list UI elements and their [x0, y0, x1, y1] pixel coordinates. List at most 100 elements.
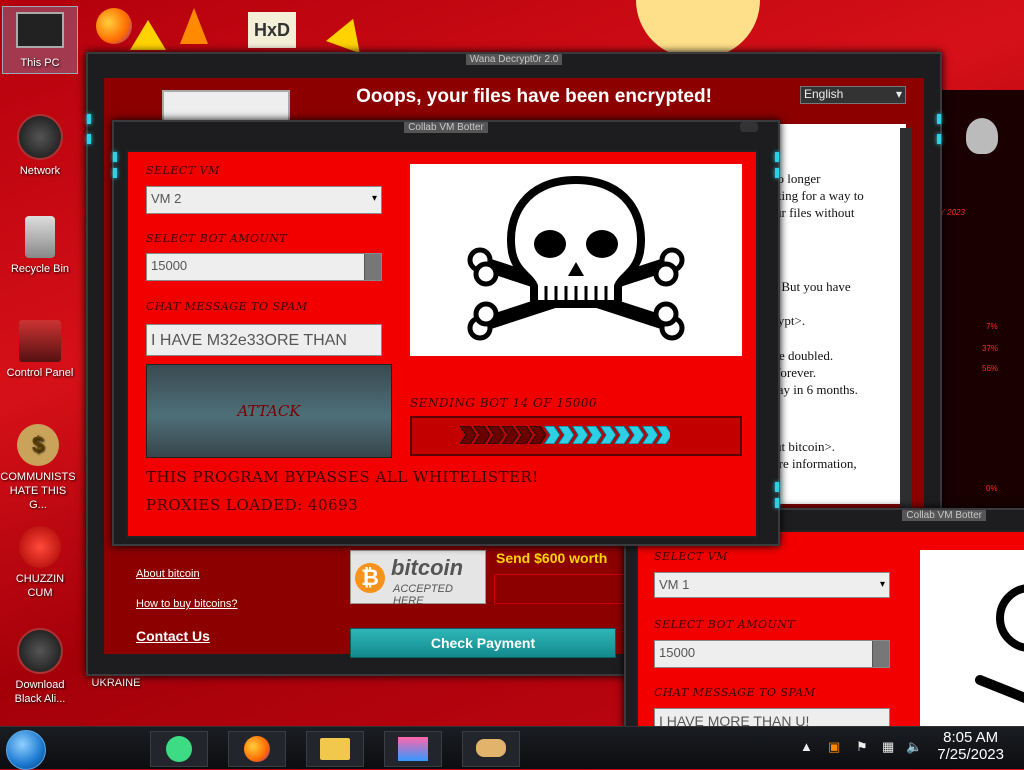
chat-message-input[interactable]: I HAVE M32e33ORE THAN — [146, 324, 382, 356]
firefox-icon[interactable] — [96, 8, 132, 44]
bot-amount-spinner[interactable]: 15000 — [146, 253, 382, 281]
select-vm-dropdown[interactable]: VM 2 ▾ — [146, 186, 382, 214]
alien-stat: 7% — [986, 322, 998, 331]
window-title: Wana Decrypt0r 2.0 — [88, 54, 940, 70]
taskbar-firefox[interactable] — [228, 731, 286, 767]
collab-vm-botter-window-1[interactable]: Collab VM Botter SELECT VM VM 2 ▾ SELECT … — [112, 120, 780, 546]
select-vm-label: SELECT VM — [146, 164, 220, 177]
window-accent — [775, 168, 779, 178]
progress-chevrons — [460, 426, 670, 444]
botter2-body: SELECT VM VM 1 ▾ SELECT BOT AMOUNT 15000 … — [636, 530, 1024, 734]
clock-date: 7/25/2023 — [937, 746, 1004, 763]
wannacry-headline: Ooops, your files have been encrypted! — [356, 86, 712, 107]
window-title: Collab VM Botter — [114, 122, 778, 138]
desktop-icon-label: Control Panel — [6, 367, 74, 379]
select-bot-amount-label: SELECT BOT AMOUNT — [654, 618, 796, 631]
ransom-text-scrollbar[interactable] — [900, 128, 912, 508]
flag-star — [130, 20, 166, 50]
proxies-loaded-text: PROXIES LOADED: 40693 — [146, 496, 359, 514]
desktop-icon-label: Recycle Bin — [10, 263, 70, 275]
taskbar-clock[interactable]: 8:05 AM 7/25/2023 — [937, 729, 1004, 763]
desktop-icon-network[interactable]: Network — [2, 114, 78, 178]
window-accent — [113, 152, 117, 162]
select-vm-dropdown[interactable]: VM 1 ▾ — [654, 572, 890, 598]
alien-icon — [17, 114, 63, 160]
bot-amount-spinner[interactable]: 15000 — [654, 640, 890, 668]
skull-image — [410, 164, 742, 356]
send-amount-text: Send $600 worth — [496, 550, 608, 566]
control-panel-icon — [19, 320, 61, 362]
skull-crossbones-icon — [467, 175, 685, 341]
spinner-arrows[interactable] — [364, 254, 381, 280]
alien-stat: 0% — [986, 484, 998, 493]
desktop-icon-download[interactable]: Download Black Ali... — [2, 628, 78, 706]
about-bitcoin-link[interactable]: About bitcoin — [136, 568, 200, 580]
desktop-icon-communists[interactable]: $ COMMUNISTS HATE THIS G... — [0, 424, 76, 512]
language-select[interactable]: English — [800, 86, 906, 104]
taskbar-file-explorer[interactable] — [306, 731, 364, 767]
window-accent — [937, 114, 941, 124]
bitcoin-accepted-logo: ₿ bitcoin ACCEPTED HERE — [350, 550, 486, 607]
botter1-body: SELECT VM VM 2 ▾ SELECT BOT AMOUNT 15000 … — [126, 150, 758, 538]
desktop-icon-label: Network — [19, 165, 61, 177]
chat-message-label: CHAT MESSAGE TO SPAM — [146, 300, 308, 313]
desktop-icon-label: CHUZZIN CUM — [15, 573, 65, 599]
desktop-icon-recycle-bin[interactable]: Recycle Bin — [2, 216, 78, 276]
desktop-icon-label: COMMUNISTS HATE THIS G... — [0, 471, 76, 511]
desktop-icon-ukraine[interactable]: UKRAINE — [78, 676, 154, 690]
desktop-icon-label: UKRAINE — [91, 677, 141, 689]
spinner-arrows[interactable] — [872, 641, 889, 667]
flag-star — [325, 12, 371, 54]
alien-stat: 37% — [982, 344, 999, 353]
window-accent — [87, 114, 91, 124]
start-button[interactable] — [6, 730, 46, 770]
check-payment-button[interactable]: Check Payment — [350, 628, 616, 658]
window-accent — [775, 498, 779, 508]
recycle-bin-icon — [25, 216, 55, 258]
network-icon[interactable]: ▦ — [882, 739, 894, 755]
firefox-icon — [244, 736, 270, 762]
bitcoin-coin-icon: ₿ — [355, 563, 385, 593]
window-accent — [113, 168, 117, 178]
money-bag-icon: $ — [17, 424, 59, 466]
chat-message-label: CHAT MESSAGE TO SPAM — [654, 686, 816, 699]
vlc-icon[interactable] — [180, 8, 208, 44]
how-to-buy-bitcoins-link[interactable]: How to buy bitcoins? — [136, 598, 238, 610]
contact-us-link[interactable]: Contact Us — [136, 628, 210, 644]
select-bot-amount-label: SELECT BOT AMOUNT — [146, 232, 288, 245]
chuzzle-icon — [19, 526, 61, 568]
desktop-icon-label: Download Black Ali... — [14, 679, 66, 705]
desktop-icon-control-panel[interactable]: Control Panel — [2, 320, 78, 380]
volume-icon[interactable]: 🔈 — [906, 739, 922, 755]
alien-stat: 56% — [982, 364, 999, 373]
alien-side-panel: LY 2023 7% 37% 56% 0% — [930, 90, 1024, 510]
chevron-up-icon[interactable]: ▲ — [800, 739, 813, 754]
notification-app-icon[interactable]: ▣ — [828, 739, 840, 755]
window-accent — [775, 152, 779, 162]
attack-button[interactable]: ATTACK — [146, 364, 392, 458]
desktop-icon-chuzzin[interactable]: CHUZZIN CUM — [2, 526, 78, 600]
folder-icon — [320, 738, 350, 760]
paint-icon — [398, 737, 428, 761]
select-vm-label: SELECT VM — [654, 550, 728, 563]
notes-icon — [166, 736, 192, 762]
handshake-icon — [476, 739, 506, 757]
hxd-icon[interactable]: HxD — [248, 12, 296, 48]
flag-icon[interactable]: ⚑ — [856, 739, 868, 755]
skull-crossbones-icon — [975, 584, 1024, 703]
sending-status-text: SENDING BOT 14 OF 15000 — [410, 396, 598, 410]
chevron-down-icon: ▾ — [879, 579, 885, 590]
bypass-text: THIS PROGRAM BYPASSES ALL WHITELISTER! — [146, 468, 539, 486]
skull-image — [920, 550, 1024, 732]
sending-progress-bar — [410, 416, 742, 456]
taskbar-notes-app[interactable] — [150, 731, 208, 767]
taskbar: ▲ ▣ ⚑ ▦ 🔈 8:05 AM 7/25/2023 — [0, 726, 1024, 770]
alien-icon — [17, 628, 63, 674]
desktop-icon-label: This PC — [20, 57, 60, 69]
window-accent — [775, 482, 779, 492]
window-close-button[interactable] — [740, 122, 758, 132]
taskbar-paint-app[interactable] — [384, 731, 442, 767]
bitcoin-address-field[interactable] — [494, 574, 626, 604]
desktop-icon-this-pc[interactable]: This PC — [2, 6, 78, 74]
taskbar-handshake-app[interactable] — [462, 731, 520, 767]
